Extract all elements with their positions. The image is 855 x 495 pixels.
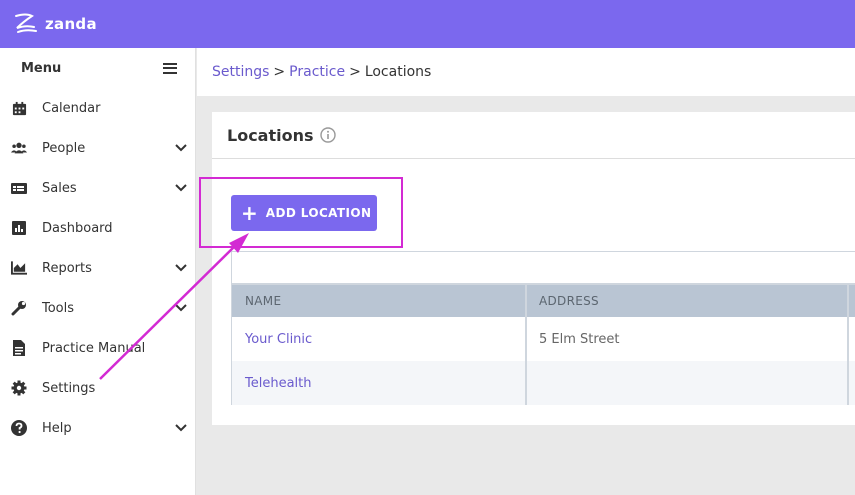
- annotation-arrow: [99, 233, 249, 380]
